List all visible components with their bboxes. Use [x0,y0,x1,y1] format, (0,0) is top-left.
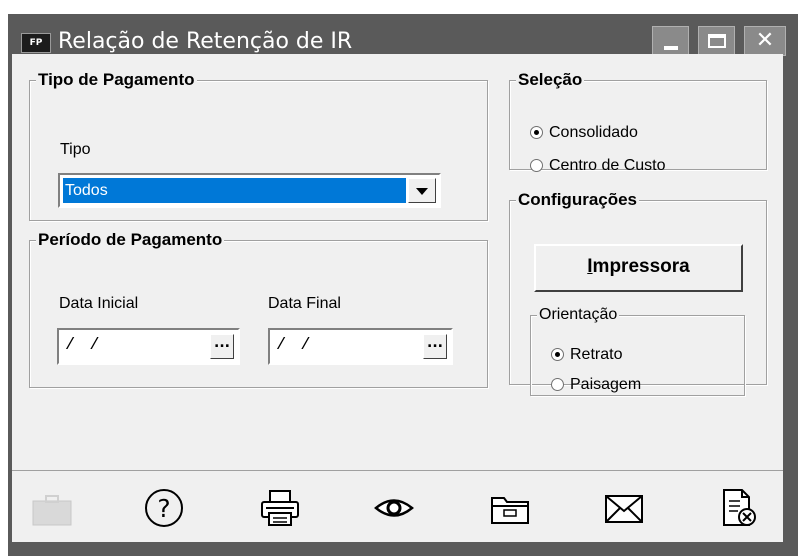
printer-icon[interactable] [258,487,302,529]
orientacao-legend: Orientação [537,306,620,324]
data-inicial-field[interactable]: / / ... [57,328,240,365]
radio-paisagem-indicator[interactable] [551,378,564,391]
periodo-pagamento-group: Período de Pagamento Data Inicial Data F… [29,230,488,388]
data-inicial-picker-button[interactable]: ... [210,334,234,359]
maximize-button[interactable] [698,26,735,56]
mail-icon[interactable] [602,487,646,529]
app-icon[interactable]: FP [21,33,51,53]
impressora-label: mpressora [592,256,690,277]
data-final-picker-button[interactable]: ... [423,334,447,359]
impressora-button[interactable]: Impressora [534,244,743,292]
data-final-value: / / [276,336,313,355]
radio-centro-de-custo-label: Centro de Custo [549,157,666,174]
tipo-selected-value: Todos [63,178,406,203]
tipo-pagamento-group: Tipo de Pagamento Tipo Todos [29,70,488,221]
radio-centro-de-custo-indicator[interactable] [530,159,543,172]
data-final-label: Data Final [268,295,341,312]
close-document-icon[interactable] [716,487,760,529]
window-title: Relação de Retenção de IR [58,29,353,54]
radio-consolidado-indicator[interactable] [530,126,543,139]
selecao-legend: Seleção [516,70,585,90]
folder-icon[interactable] [488,487,532,529]
chevron-down-icon [416,188,428,195]
help-icon[interactable]: ? [142,487,186,529]
briefcase-icon[interactable] [30,487,74,529]
help-glyph: ? [157,494,170,523]
radio-consolidado-label: Consolidado [549,124,638,141]
minimize-button[interactable] [652,26,689,56]
tipo-dropdown-button[interactable] [408,178,436,203]
data-inicial-label: Data Inicial [59,295,139,312]
data-inicial-value: / / [65,336,102,355]
dialog-body: Tipo de Pagamento Tipo Todos Período de … [12,54,783,470]
preview-eye-icon[interactable] [372,487,416,529]
bottom-toolbar: ? [12,470,783,542]
close-icon: ✕ [755,28,775,53]
data-final-field[interactable]: / / ... [268,328,453,365]
tipo-dropdown[interactable]: Todos [58,173,441,208]
radio-retrato-indicator[interactable] [551,348,564,361]
orientacao-group: Orientação Retrato Paisagem [530,306,745,396]
selecao-group: Seleção Consolidado Centro de Custo [509,70,767,174]
periodo-pagamento-legend: Período de Pagamento [36,230,225,250]
tipo-pagamento-legend: Tipo de Pagamento [36,70,197,90]
maximize-icon [708,34,726,48]
configuracoes-legend: Configurações [516,190,640,210]
tipo-label: Tipo [60,141,91,158]
radio-retrato-label: Retrato [570,346,623,363]
minimize-icon [664,46,678,50]
close-button[interactable]: ✕ [744,26,786,56]
configuracoes-group: Configurações Impressora Orientação Retr… [509,190,767,396]
radio-paisagem-label: Paisagem [570,376,642,393]
